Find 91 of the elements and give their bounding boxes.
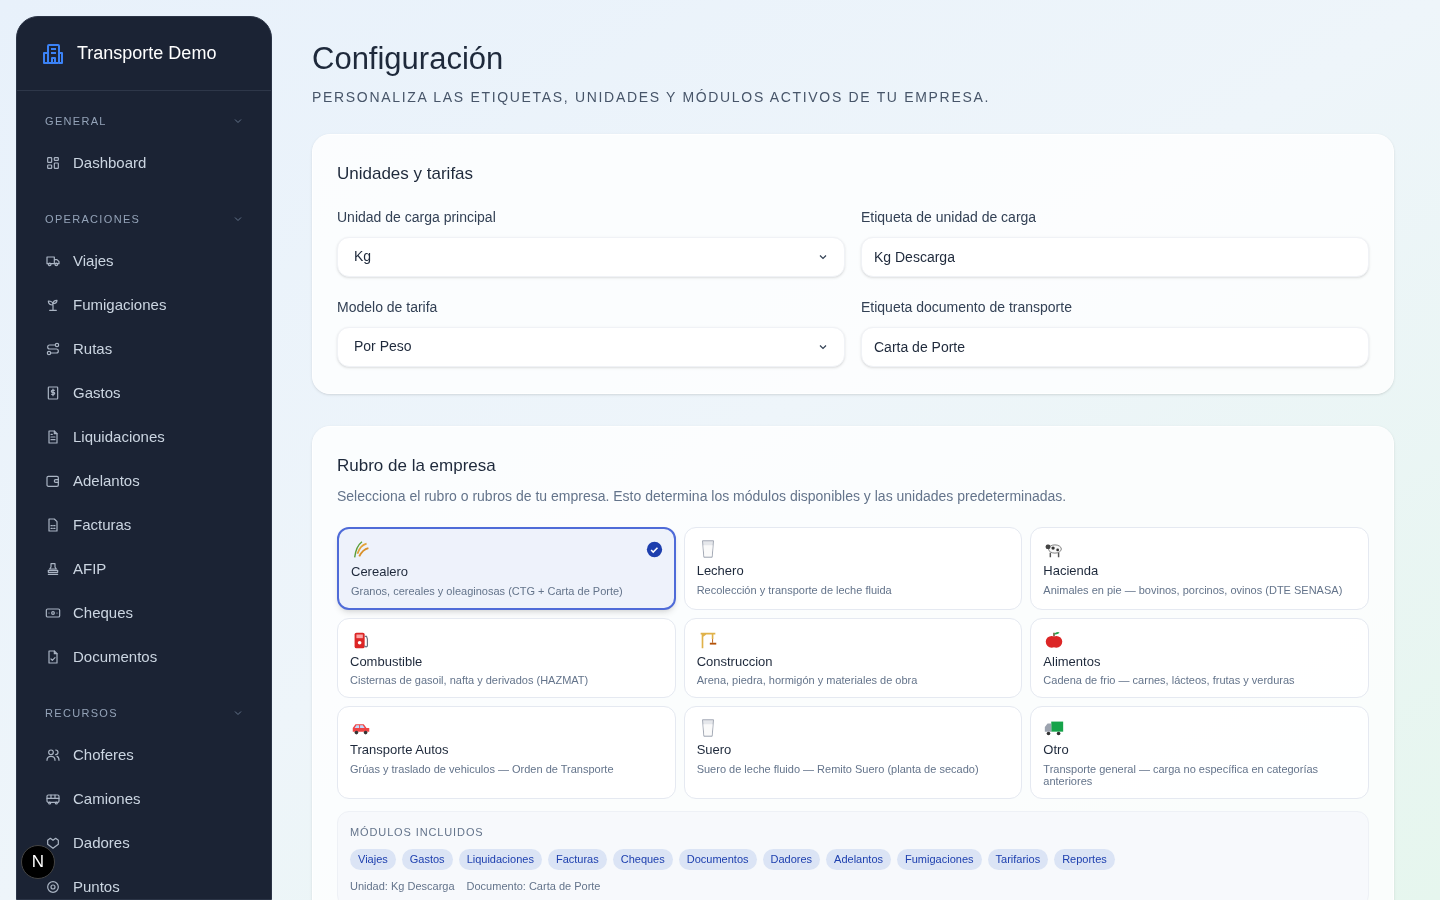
nav-item[interactable]: Camiones [45,787,243,811]
route-icon [45,341,61,357]
rubro-option[interactable]: Otro Transporte general — carga no específica en categorías anteriores [1030,706,1369,799]
module-tag: Liquidaciones [458,849,542,870]
invoice-icon [45,517,61,533]
page-subtitle: PERSONALIZA LAS ETIQUETAS, UNIDADES Y MÓDULOS ACTIVOS DE TU EMPRESA. [312,88,991,107]
field-label: Modelo de tarifa [337,297,439,317]
option-title: Alimentos [1043,652,1102,671]
nav-item[interactable]: Liquidaciones [45,425,243,449]
nav-item[interactable]: Fumigaciones [45,293,243,317]
truck-icon [45,253,61,269]
module-tag: Fumigaciones [897,849,982,870]
grid-icon [45,155,61,171]
nav-item[interactable]: Documentos [45,645,243,669]
nav-item[interactable]: Choferes [45,743,243,767]
check-circle-icon [645,541,663,558]
module-tag: Reportes [1054,849,1115,870]
module-tag: Facturas [547,849,607,870]
modules-heading: MÓDULOS INCLUIDOS [350,824,485,840]
option-title: Otro [1043,741,1070,759]
rubro-option[interactable]: Cerealero Granos, cereales y oleaginosas (CTG + Carta de Porte) [337,527,676,610]
field-label: Etiqueta documento de transporte [861,297,1073,317]
wallet-icon [45,473,61,489]
rubro-option[interactable]: Construccion Arena, piedra, hormigón y materiales de obra [683,617,1023,698]
module-note: Documento: Carta de Porte [466,878,601,894]
section-title: RECURSOS [45,705,118,721]
stamp-icon [45,561,61,577]
nav-item[interactable]: Facturas [45,513,243,537]
rubro-option[interactable]: Suero Suero de leche fluido — Remito Suero (planta de secado) [683,706,1023,799]
nav-item[interactable]: Adelantos [45,469,243,493]
option-description: Recolección y transporte de leche fluida [696,583,893,596]
receipt-icon [45,385,61,401]
option-description: Transporte general — carga no específica en categorías anteriores [1043,762,1320,787]
module-tag: Documentos [678,849,757,870]
input-field[interactable]: Carta de Porte [861,326,1369,367]
option-description: Grúas y traslado de vehiculos — Orden de Transporte [350,762,615,775]
module-tag: Tarifarios [987,849,1049,870]
rubro-option[interactable]: Transporte Autos Grúas y traslado de vehiculos — Orden de Transporte [337,706,676,799]
option-description: Arena, piedra, hormigón y materiales de obra [696,674,919,686]
option-title: Suero [696,741,733,759]
option-title: Cerealero [351,563,410,581]
module-tag: Cheques [612,849,673,870]
banknote-icon [45,605,61,621]
module-tag: Dadores [762,849,821,870]
field-label: Etiqueta de unidad de carga [861,207,1038,227]
rubro-option[interactable]: Combustible Cisternas de gasoil, nafta y derivados (HAZMAT) [337,617,676,698]
field-label: Unidad de carga principal [337,207,497,227]
option-description: Granos, cereales y oleaginosas (CTG + Carta de Porte) [351,584,624,597]
option-title: Combustible [350,652,424,671]
nav-item[interactable]: AFIP [45,557,243,581]
section-header[interactable]: OPERACIONES [45,209,243,229]
document-icon [45,429,61,445]
nav-item[interactable]: Dashboard [45,151,243,175]
card-title: Rubro de la empresa [337,454,497,477]
module-tag: Adelantos [826,849,892,870]
section-header[interactable]: RECURSOS [45,703,243,723]
brand-name: Transporte Demo [77,42,217,65]
rubro-option[interactable]: Alimentos Cadena de frio — carnes, lácteos, frutas y verduras [1030,617,1369,698]
option-description: Animales en pie — bovinos, porcinos, ovinos (DTE SENASA) [1043,583,1344,596]
rubro-option[interactable]: Hacienda Animales en pie — bovinos, porcinos, ovinos (DTE SENASA) [1030,527,1369,610]
option-description: Suero de leche fluido — Remito Suero (planta de secado) [696,762,980,775]
section-title: GENERAL [45,113,107,129]
module-tag: Gastos [401,849,453,870]
select-field[interactable]: Por Peso [337,326,845,367]
card-title: Unidades y tarifas [337,163,475,185]
bus-icon [45,791,61,807]
nav-item[interactable]: Gastos [45,381,243,405]
users-icon [45,747,61,763]
module-note: Unidad: Kg Descarga [350,878,455,894]
pin-icon [45,879,61,895]
handshake-icon [45,835,61,851]
option-title: Lechero [696,562,745,580]
select-field[interactable]: Kg [337,236,845,277]
card-description: Selecciona el rubro o rubros de tu empresa. Esto determina los módulos disponibles y las unidades predeterminadas. [337,487,1068,506]
section-header[interactable]: GENERAL [45,111,243,131]
input-field[interactable]: Kg Descarga [861,236,1369,277]
sprout-icon [45,297,61,313]
option-description: Cadena de frio — carnes, lácteos, frutas y verduras [1043,674,1296,686]
building-icon [41,41,65,66]
option-title: Hacienda [1043,562,1100,580]
nav-item[interactable]: Cheques [45,601,243,625]
nav-item[interactable]: Rutas [45,337,243,361]
option-title: Transporte Autos [350,741,450,759]
section-title: OPERACIONES [45,211,141,227]
rubro-option[interactable]: Lechero Recolección y transporte de leche fluida [683,527,1023,610]
nav-item[interactable]: Viajes [45,249,243,273]
module-tag: Viajes [350,849,396,870]
option-title: Construccion [696,652,774,671]
document-check-icon [45,649,61,665]
option-description: Cisternas de gasoil, nafta y derivados (HAZMAT) [350,674,590,686]
page-title: Configuración [312,40,505,78]
